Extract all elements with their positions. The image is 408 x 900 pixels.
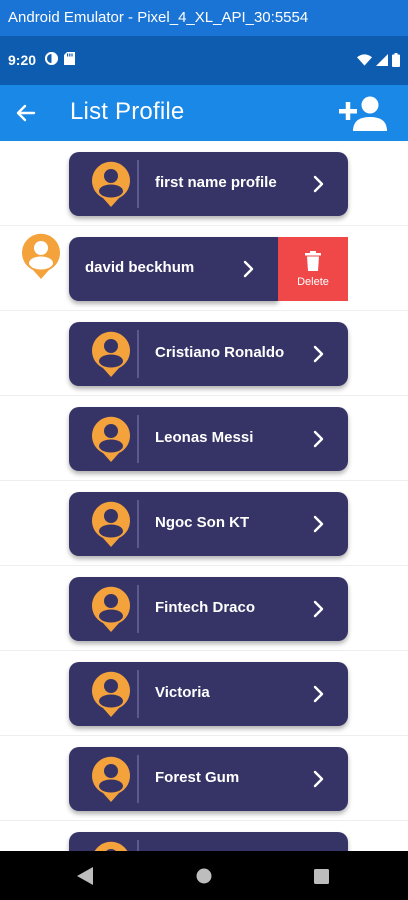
chevron-right-icon[interactable]	[306, 172, 330, 196]
card-divider	[137, 585, 139, 633]
recents-square-icon	[313, 868, 329, 884]
status-icons-right	[357, 53, 400, 67]
profile-name: first name profile	[155, 174, 277, 191]
chevron-right-icon[interactable]	[306, 597, 330, 621]
list-item: Forest Gum	[0, 736, 408, 821]
chevron-right-icon[interactable]	[306, 427, 330, 451]
profile-avatar-icon	[92, 501, 130, 547]
list-item: Fintech Draco	[0, 566, 408, 651]
profile-card[interactable]: david beckhum	[69, 237, 278, 301]
trash-icon	[305, 251, 321, 271]
card-divider	[137, 330, 139, 378]
status-icons-left	[45, 52, 75, 65]
list-item: david beckhum Delete	[0, 226, 408, 311]
profile-name: Leonas Messi	[155, 429, 254, 446]
card-divider	[137, 160, 139, 208]
profile-avatar-icon	[92, 756, 130, 802]
system-nav-bar	[0, 851, 408, 900]
profile-avatar-icon	[22, 233, 60, 279]
profile-card[interactable]: Cristiano Ronaldo	[69, 322, 348, 386]
profile-card[interactable]: Forest Gum	[69, 747, 348, 811]
list-item: Ngoc Son KT	[0, 481, 408, 566]
chevron-right-icon[interactable]	[306, 512, 330, 536]
profile-card[interactable]: first name profile	[69, 152, 348, 216]
chevron-right-icon[interactable]	[306, 342, 330, 366]
chevron-right-icon[interactable]	[306, 682, 330, 706]
back-button[interactable]	[10, 97, 42, 129]
card-divider	[137, 670, 139, 718]
delete-label: Delete	[297, 276, 329, 288]
chevron-right-icon[interactable]	[306, 767, 330, 791]
profile-avatar-icon	[92, 671, 130, 717]
profile-list[interactable]: first name profile david beckhum Delete	[0, 141, 408, 851]
profile-card[interactable]: Victoria	[69, 662, 348, 726]
profile-name: Fintech Draco	[155, 599, 256, 616]
list-item: first name profile	[0, 141, 408, 226]
profile-avatar-icon	[94, 841, 128, 851]
app-bar: List Profile	[0, 85, 408, 141]
profile-name: Ngoc Son KT	[155, 514, 250, 531]
profile-card[interactable]: Fintech Draco	[69, 577, 348, 641]
profile-card[interactable]: Leonas Messi	[69, 407, 348, 471]
back-triangle-icon	[77, 867, 93, 885]
profile-avatar-icon	[92, 586, 130, 632]
delete-button[interactable]: Delete	[278, 237, 348, 301]
profile-name: Forest Gum	[155, 769, 240, 786]
profile-avatar-icon	[92, 416, 130, 462]
chevron-right-icon[interactable]	[236, 257, 260, 281]
profile-name: david beckhum	[85, 259, 195, 276]
profile-card[interactable]	[69, 832, 348, 851]
list-item: Victoria	[0, 651, 408, 736]
nav-recents-button[interactable]	[310, 865, 332, 887]
arrow-back-icon	[16, 104, 36, 122]
profile-avatar-icon	[92, 161, 130, 207]
signal-icon	[376, 54, 388, 66]
status-bar: 9:20	[0, 36, 408, 85]
list-item	[0, 821, 408, 851]
page-title: List Profile	[70, 98, 185, 125]
home-circle-icon	[196, 868, 212, 884]
battery-icon	[392, 53, 400, 67]
list-item: Cristiano Ronaldo	[0, 311, 408, 396]
profile-avatar-icon	[92, 331, 130, 377]
list-item: Leonas Messi	[0, 396, 408, 481]
profile-name: Cristiano Ronaldo	[155, 344, 285, 361]
profile-card[interactable]: Ngoc Son KT	[69, 492, 348, 556]
card-divider	[137, 415, 139, 463]
card-divider	[137, 500, 139, 548]
profile-name: Victoria	[155, 684, 210, 701]
card-divider	[137, 755, 139, 803]
nav-home-button[interactable]	[193, 865, 215, 887]
data-saver-icon	[45, 52, 58, 65]
card-divider	[137, 840, 139, 851]
status-time: 9:20	[8, 52, 37, 68]
sd-card-icon	[64, 52, 75, 65]
wifi-icon	[357, 54, 372, 66]
add-user-button[interactable]	[338, 93, 388, 133]
emulator-window-title: Android Emulator - Pixel_4_XL_API_30:555…	[0, 0, 408, 36]
person-add-icon	[339, 96, 387, 131]
nav-back-button[interactable]	[74, 865, 96, 887]
